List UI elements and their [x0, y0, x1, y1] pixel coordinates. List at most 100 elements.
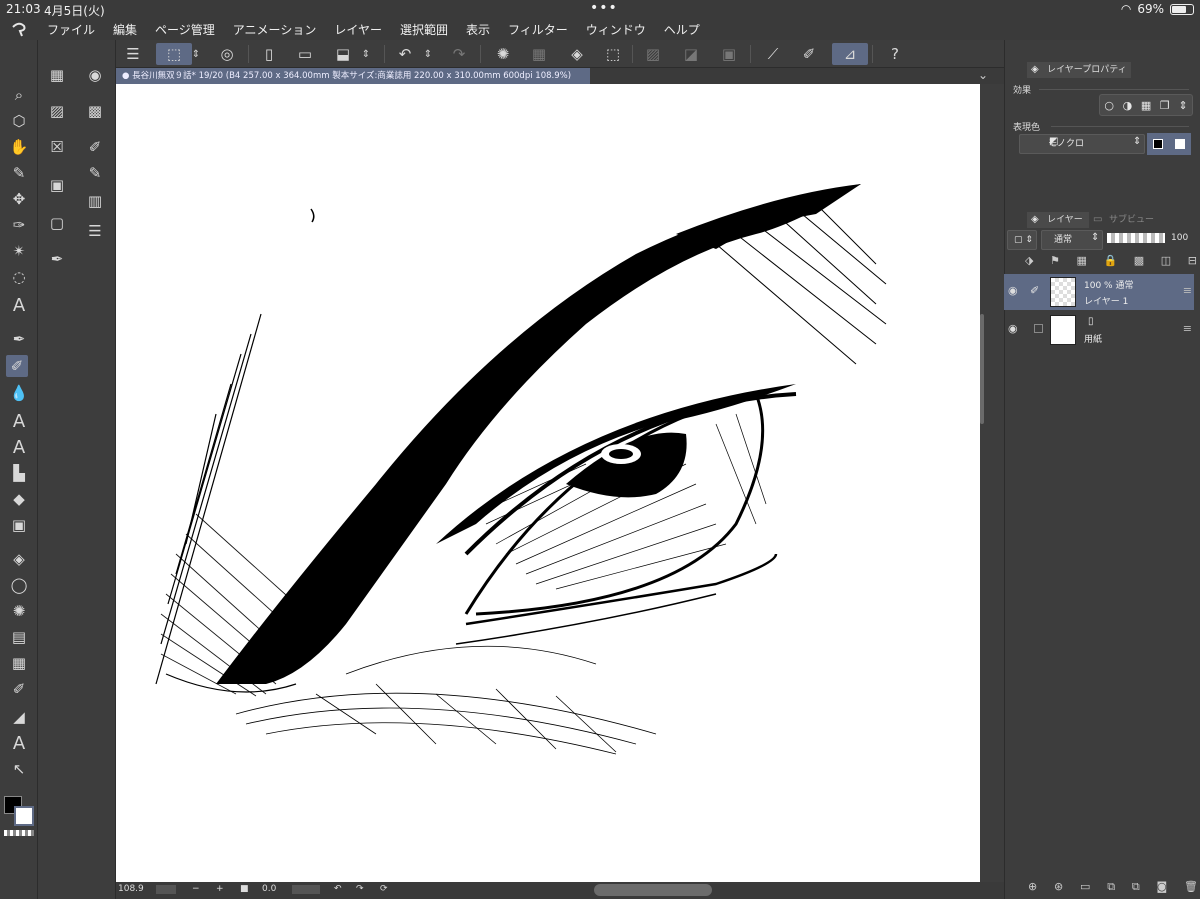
zoom-out-icon[interactable]: −	[192, 884, 200, 894]
menu-view[interactable]: 表示	[457, 21, 499, 38]
pattern-effect-icon[interactable]: ▦	[1141, 99, 1151, 112]
correction-icon[interactable]: ◢	[8, 706, 30, 728]
draft-icon[interactable]: ▦	[1077, 254, 1087, 270]
zoom-slider[interactable]	[156, 885, 176, 894]
effect-chevron-icon[interactable]: ⇕	[1178, 99, 1187, 112]
opacity-value[interactable]: 100	[1171, 233, 1188, 243]
document-tab[interactable]: ● 長谷川無双９話* 19/20 (B4 257.00 x 364.00mm 製…	[116, 68, 590, 84]
expression-color-dropdown[interactable]: モノクロ	[1019, 134, 1145, 154]
canvas-vertical-scrollbar[interactable]	[980, 84, 1004, 882]
sparkle-icon[interactable]: ✴	[8, 240, 30, 262]
new-vector-layer-icon[interactable]: ⊛	[1054, 880, 1063, 896]
layer-color-dropdown[interactable]: ▢ ⇕	[1007, 230, 1037, 250]
ruler-layer-icon[interactable]: ⊟	[1188, 254, 1197, 270]
folder-image-icon[interactable]: ▣	[46, 174, 68, 196]
crop-icon[interactable]: ⬚	[602, 43, 624, 65]
multitask-dots[interactable]: •••	[590, 0, 618, 16]
speedlines-icon[interactable]: ✺	[8, 600, 30, 622]
menu-page[interactable]: ページ管理	[146, 21, 224, 38]
text-icon[interactable]: A	[8, 294, 30, 316]
film-icon[interactable]: ▥	[84, 190, 106, 212]
white-color-toggle[interactable]	[1169, 133, 1191, 155]
record-icon[interactable]: ◉	[84, 64, 106, 86]
zoom-icon[interactable]: ⌕	[8, 84, 30, 106]
decoration-icon[interactable]: A	[8, 436, 30, 458]
reset-rotation-icon[interactable]: ⟳	[380, 884, 388, 894]
eraser-icon[interactable]: ◆	[8, 488, 30, 510]
history-chevron-icon[interactable]: ⇕	[422, 43, 434, 65]
lasso-icon[interactable]: ◌	[8, 266, 30, 288]
grid-icon[interactable]: ▩	[84, 100, 106, 122]
fit-icon[interactable]: ■	[240, 884, 249, 894]
lock-alpha-icon[interactable]: ▩	[1134, 254, 1144, 270]
pen-icon[interactable]: ✑	[8, 214, 30, 236]
fill-bucket-icon[interactable]: ◈	[566, 43, 588, 65]
pen-selected-icon[interactable]: ✐	[6, 355, 28, 377]
page-grid-icon[interactable]: ▦	[46, 64, 68, 86]
special-ruler-icon[interactable]: ⊿	[832, 43, 868, 65]
chevron-updown-icon[interactable]: ⇕	[190, 43, 202, 65]
layer-property-tab-label[interactable]: レイヤープロパティ	[1027, 63, 1127, 77]
new-file-icon[interactable]: ▯	[258, 43, 280, 65]
mask-icon[interactable]: ◫	[1161, 254, 1171, 270]
rotate-left-icon[interactable]: ↶	[334, 884, 342, 894]
visibility-eye-icon[interactable]: ◉	[1008, 322, 1018, 335]
pattern-icon[interactable]: ▦	[8, 652, 30, 674]
transfer-layer-icon[interactable]: ⧉	[1107, 880, 1115, 896]
layer-color-icon[interactable]: ❐	[1160, 99, 1170, 112]
zoom-value[interactable]: 108.9	[118, 884, 144, 894]
rotate-right-icon[interactable]: ↷	[356, 884, 364, 894]
hand-icon[interactable]: ✋	[8, 136, 30, 158]
redo-icon[interactable]: ↷	[448, 43, 470, 65]
rotation-slider[interactable]	[292, 885, 320, 894]
tone-effect-icon[interactable]: ◑	[1123, 99, 1133, 112]
export-icon[interactable]: ▢	[46, 212, 68, 234]
layer-checkbox[interactable]	[1034, 324, 1043, 333]
menu-animation[interactable]: アニメーション	[224, 21, 326, 38]
brush-settings-icon[interactable]: ✐	[84, 136, 106, 158]
brush-edit-icon[interactable]: ✎	[84, 162, 106, 184]
canvas-paper[interactable]	[116, 84, 980, 882]
save-chevron-icon[interactable]: ⇕	[360, 43, 372, 65]
pen-target-icon[interactable]: ✒	[46, 248, 68, 270]
balloon-icon[interactable]: ◯	[8, 574, 30, 596]
rotation-value[interactable]: 0.0	[262, 884, 276, 894]
delete-layer-icon[interactable]: 🗑	[1184, 880, 1198, 896]
scroll-thumb[interactable]	[980, 314, 984, 424]
gradient-icon[interactable]: ▣	[8, 514, 30, 536]
black-color-toggle[interactable]	[1147, 133, 1169, 155]
undo-icon[interactable]: ↶	[394, 43, 416, 65]
app-logo-icon[interactable]	[0, 18, 38, 40]
brush-snap-icon[interactable]: ✐	[798, 43, 820, 65]
pen-nib-icon[interactable]: ✒	[8, 328, 30, 350]
menu-selection[interactable]: 選択範囲	[391, 21, 457, 38]
menu-filter[interactable]: フィルター	[499, 21, 577, 38]
layer-row-paper[interactable]: ◉ ▯ 用紙 ≡	[1004, 312, 1194, 348]
loading-icon[interactable]: ✺	[492, 43, 514, 65]
selection-border-icon[interactable]: ▣	[718, 43, 740, 65]
eyedropper-icon[interactable]: ✎	[8, 162, 30, 184]
list-icon[interactable]: ☰	[84, 220, 106, 242]
border-effect-icon[interactable]: ○	[1104, 99, 1114, 112]
layer-menu-icon[interactable]: ≡	[1183, 284, 1192, 297]
combine-layer-icon[interactable]: ⧉	[1132, 880, 1140, 896]
save-icon[interactable]: ⬓	[332, 43, 354, 65]
layer-row-1[interactable]: ◉ ✐ 100 % 通常 レイヤー 1 ≡	[1004, 274, 1194, 310]
new-raster-layer-icon[interactable]: ⊕	[1028, 880, 1037, 896]
move-icon[interactable]: ✥	[8, 188, 30, 210]
airbrush-icon[interactable]: A	[8, 410, 30, 432]
menu-window[interactable]: ウィンドウ	[577, 21, 655, 38]
lock-icon[interactable]: 🔒	[1103, 254, 1117, 270]
new-folder-icon[interactable]: ▭	[1080, 880, 1090, 896]
menu-help[interactable]: ヘルプ	[655, 21, 709, 38]
invert-selection-icon[interactable]: ◪	[680, 43, 702, 65]
fill-icon[interactable]: ◈	[8, 548, 30, 570]
clear-icon[interactable]: ▦	[528, 43, 550, 65]
chevron-down-icon[interactable]: ⌄	[978, 68, 988, 82]
menu-file[interactable]: ファイル	[38, 21, 104, 38]
paint-icon[interactable]: ▙	[8, 462, 30, 484]
help-icon[interactable]: ?	[884, 43, 906, 65]
transform-icon[interactable]: ⬚	[156, 43, 192, 65]
canvas-icon[interactable]: ▨	[46, 100, 68, 122]
transparent-color-swatch[interactable]	[4, 830, 34, 836]
